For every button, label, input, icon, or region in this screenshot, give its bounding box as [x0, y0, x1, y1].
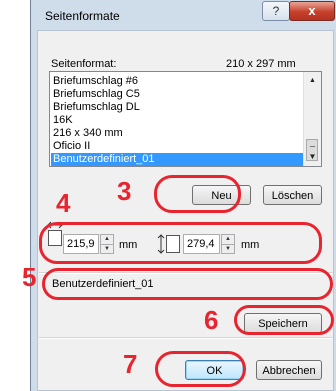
- scroll-up-arrow-icon[interactable]: ▲: [304, 72, 321, 89]
- highlight-dimensions: [39, 222, 322, 264]
- cancel-button[interactable]: Abbrechen: [256, 360, 322, 380]
- callout-4: 4: [56, 188, 71, 218]
- help-button[interactable]: ?: [262, 1, 290, 21]
- callout-6: 6: [204, 305, 219, 335]
- list-scrollbar[interactable]: ▲ ▼: [303, 72, 321, 166]
- callout-7: 7: [123, 349, 138, 379]
- separator: [39, 337, 333, 339]
- list-item[interactable]: 216 x 340 mm: [52, 127, 306, 140]
- current-size-label: 210 x 297 mm: [226, 58, 296, 70]
- list-item[interactable]: 16K: [52, 114, 306, 127]
- title-bar: Seitenformate ? x: [31, 0, 336, 30]
- delete-button[interactable]: Löschen: [263, 185, 322, 205]
- list-item[interactable]: Oficio II: [52, 140, 306, 153]
- scroll-down-arrow-icon[interactable]: ▼: [304, 149, 321, 166]
- highlight-name-field: [42, 268, 333, 300]
- close-button[interactable]: x: [289, 1, 335, 21]
- list-item[interactable]: Briefumschlag #6: [52, 75, 306, 88]
- callout-5: 5: [22, 262, 37, 292]
- highlight-ok-button: [155, 351, 246, 387]
- dialog-title: Seitenformate: [45, 9, 120, 23]
- paper-format-label: Seitenformat:: [51, 58, 117, 70]
- paper-format-list[interactable]: Briefumschlag #6 Briefumschlag C5 Briefu…: [49, 71, 322, 167]
- list-item[interactable]: Briefumschlag C5: [52, 88, 306, 101]
- highlight-new-button: [154, 175, 241, 213]
- highlight-save-button: [234, 305, 334, 335]
- callout-3: 3: [117, 176, 132, 206]
- list-item-selected[interactable]: Benutzerdefiniert_01: [51, 153, 308, 166]
- list-item[interactable]: Briefumschlag DL: [52, 101, 306, 114]
